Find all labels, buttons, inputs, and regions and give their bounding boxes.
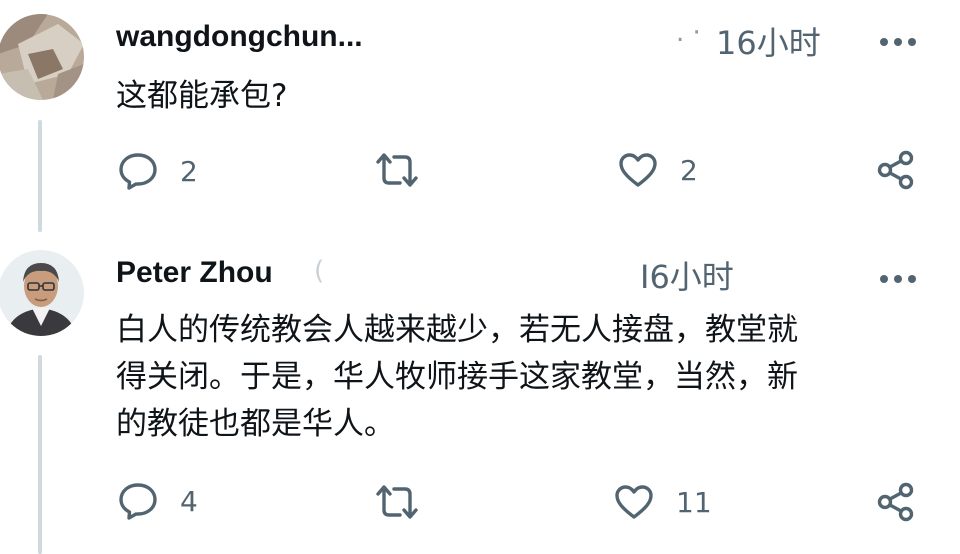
like-count: 2: [680, 153, 698, 187]
more-icon: [880, 38, 916, 46]
share-button[interactable]: [876, 482, 916, 522]
retweet-button[interactable]: [374, 152, 420, 188]
avatar[interactable]: [0, 14, 84, 100]
like-button[interactable]: 2: [618, 152, 698, 188]
thread-line-2: [38, 355, 42, 554]
share-icon: [877, 482, 914, 522]
post-text: 白人的传统教会人越来越少，若无人接盘，教堂就 得关闭。于是，华人牧师接手这家教堂…: [116, 312, 798, 442]
share-button[interactable]: [876, 150, 916, 190]
timestamp[interactable]: I6小时: [640, 252, 734, 298]
retweet-button[interactable]: [374, 484, 420, 520]
post-text: 这都能承包?: [116, 78, 288, 114]
like-button[interactable]: 11: [614, 484, 712, 520]
reply-button[interactable]: 4: [118, 482, 198, 520]
reply-count: 4: [180, 484, 198, 518]
username[interactable]: Peter Zhou: [116, 256, 273, 290]
avatar-image: [0, 14, 84, 100]
more-icon: [880, 275, 916, 283]
timestamp[interactable]: 16小时: [716, 18, 821, 64]
more-button[interactable]: [878, 33, 918, 46]
more-button[interactable]: [878, 270, 918, 283]
retweet-icon: [376, 485, 418, 519]
thread-line-1: [38, 120, 42, 232]
reply-count: 2: [180, 154, 198, 188]
reply-button[interactable]: 2: [118, 152, 198, 190]
like-icon: [615, 485, 653, 519]
like-icon: [619, 153, 657, 187]
avatar-image: [0, 250, 84, 336]
reply-icon: [119, 483, 157, 520]
handle-fragment: . ·: [676, 18, 701, 48]
retweet-icon: [376, 153, 418, 187]
username[interactable]: wangdongchun...: [116, 20, 363, 54]
share-icon: [877, 150, 914, 190]
handle-fragment: (: [314, 256, 325, 286]
like-count: 11: [676, 485, 712, 519]
avatar[interactable]: [0, 250, 84, 336]
reply-icon: [119, 153, 157, 190]
